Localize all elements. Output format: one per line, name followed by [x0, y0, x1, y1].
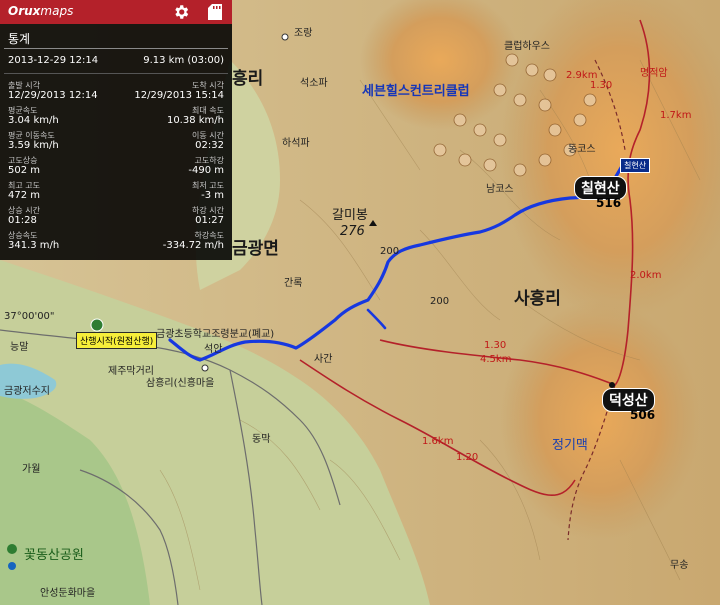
distance-label: 1.7km: [660, 110, 692, 121]
stat-value: 502 m: [8, 165, 41, 176]
place-label: 조랑: [294, 28, 313, 39]
stat-value: 12/29/2013 12:14: [8, 90, 98, 101]
place-label: 무송: [670, 560, 689, 571]
stat-value: -334.72 m/h: [162, 240, 224, 251]
start-tag[interactable]: 산행시작(원점산행): [76, 332, 158, 349]
place-label: 동막: [252, 434, 271, 445]
place-label: 꽃동산공원: [24, 548, 84, 563]
place-label: 하석파: [282, 138, 310, 149]
panel-title: 통계: [8, 32, 31, 46]
place-label: 클럽하우스: [504, 41, 550, 52]
place-label: 남코스: [486, 184, 514, 195]
distance-label: 1.30: [590, 80, 613, 91]
place-label: 석소파: [300, 78, 328, 89]
place-label: 갈미봉: [332, 208, 368, 223]
place-label: 제주막거리: [108, 366, 154, 377]
app-toolbar: Oruxmaps: [0, 0, 232, 24]
stat-value: 472 m: [8, 190, 41, 201]
latitude-label: 37°00'00": [4, 311, 55, 322]
place-label: 가월: [22, 464, 41, 475]
track-distance-time: 9.13 km (03:00): [143, 55, 224, 66]
contour-label: 200: [430, 296, 450, 307]
stat-value: 12/29/2013 15:14: [134, 90, 224, 101]
stat-row: 최고 고도 472 m 최저 고도 -3 m: [8, 180, 224, 204]
stat-row: 상승속도 341.3 m/h 하강속도 -334.72 m/h: [8, 230, 224, 254]
place-label: 금광면: [232, 239, 279, 259]
stat-value: 3.04 km/h: [8, 115, 59, 126]
sd-card-icon[interactable]: [208, 4, 222, 20]
place-label: 능말: [10, 342, 29, 353]
distance-label: 2.0km: [630, 270, 662, 281]
stat-value: -490 m: [188, 165, 224, 176]
stat-value: 3.59 km/h: [8, 140, 59, 151]
contour-label: 200: [380, 246, 400, 257]
statistics-panel: Oruxmaps 통계 2013-12-29 12:14 9.13 km (03…: [0, 0, 232, 260]
stat-value: 10.38 km/h: [166, 115, 224, 126]
stat-row: 평균 이동속도 3.59 km/h 이동 시간 02:32: [8, 130, 224, 154]
stat-row: 상승 시간 01:28 하강 시간 01:27: [8, 205, 224, 229]
title-divider: [4, 48, 228, 49]
place-label: 안성둔화마을: [40, 588, 96, 599]
end-tag[interactable]: 칠현산: [620, 158, 651, 173]
stat-row: 평균속도 3.04 km/h 최대 속도 10.38 km/h: [8, 105, 224, 129]
track-date: 2013-12-29 12:14: [8, 55, 99, 66]
app-logo: Oruxmaps: [8, 4, 74, 18]
place-label: 삼흥리(신흥마을: [146, 378, 215, 389]
distance-label: 4.5km: [480, 354, 512, 365]
place-label: 흥리: [232, 69, 264, 89]
stat-value: 01:27: [195, 215, 224, 226]
stat-value: 01:28: [8, 215, 37, 226]
place-label: 석안: [204, 344, 223, 355]
place-label: 사흥리: [514, 289, 561, 309]
place-label: 세븐힐스컨트리클럽: [362, 84, 470, 99]
place-elevation: 276: [340, 224, 365, 239]
place-label: 간록: [284, 278, 303, 289]
gear-icon[interactable]: [172, 3, 190, 21]
stat-value: 341.3 m/h: [8, 240, 60, 251]
peak-elevation: 516: [596, 196, 622, 210]
peak-elevation: 506: [630, 408, 656, 422]
place-label: 동코스: [568, 144, 596, 155]
stat-row: 출발 시각 12/29/2013 12:14 도착 시각 12/29/2013 15:…: [8, 80, 224, 104]
distance-label: 1.30: [484, 340, 507, 351]
distance-label: 1.6km: [422, 436, 454, 447]
stat-value: 02:32: [195, 140, 224, 151]
stat-value: -3 m: [201, 190, 224, 201]
place-label: 금광저수지: [4, 386, 50, 397]
trail-label: 정기맥: [552, 438, 588, 453]
place-label: 명적암: [640, 68, 668, 79]
place-label: 금광초등학교조령분교(폐교): [156, 329, 275, 340]
place-label: 사간: [314, 354, 333, 365]
distance-label: 1.20: [456, 452, 479, 463]
divider: [4, 73, 228, 74]
stat-row: 고도상승 502 m 고도하강 -490 m: [8, 155, 224, 179]
